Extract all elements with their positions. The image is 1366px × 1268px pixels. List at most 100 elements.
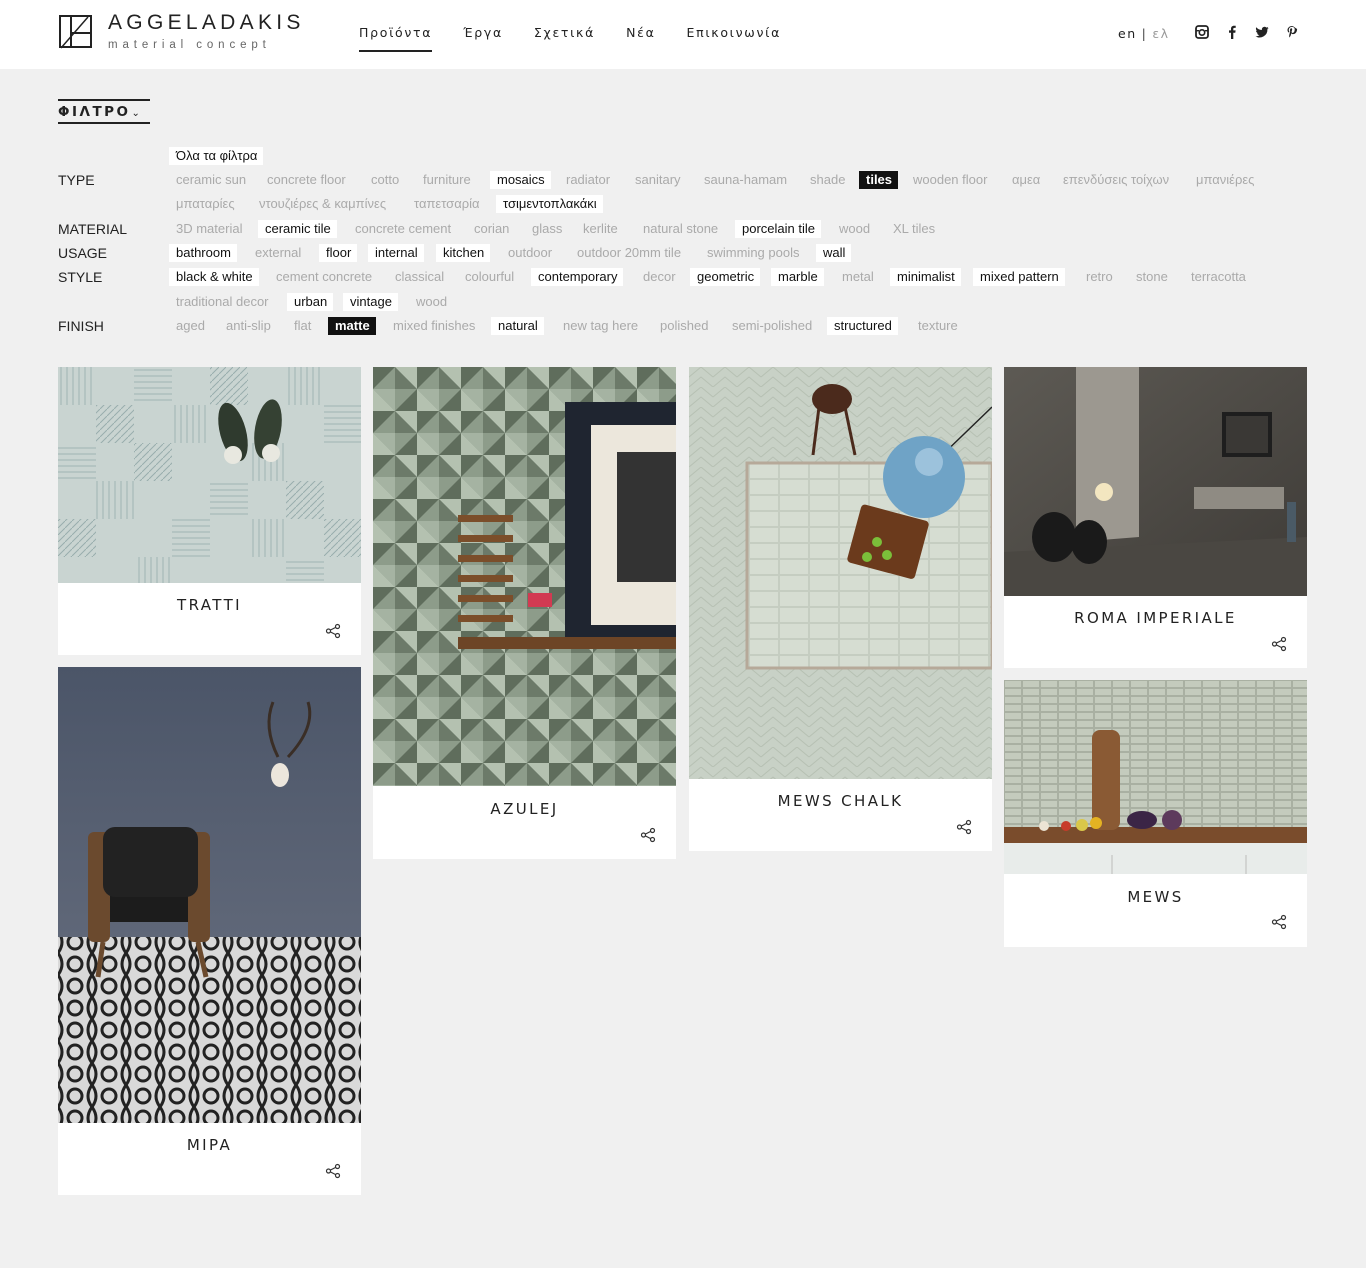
filter-tag-style[interactable]: minimalist bbox=[890, 268, 961, 286]
filter-tag-type[interactable]: sauna-hamam bbox=[697, 171, 793, 189]
filter-tag-usage[interactable]: bathroom bbox=[169, 244, 237, 262]
filter-tag-finish[interactable]: aged bbox=[169, 317, 211, 335]
instagram-icon[interactable] bbox=[1195, 25, 1209, 39]
filter-tag-type[interactable]: tiles bbox=[859, 171, 899, 189]
filter-tag-style[interactable]: mixed pattern bbox=[973, 268, 1065, 286]
filter-tag-style[interactable]: marble bbox=[771, 268, 824, 286]
product-image[interactable] bbox=[1004, 367, 1307, 596]
product-title[interactable]: MIPA bbox=[58, 1136, 361, 1154]
filter-tag-type[interactable]: ντουζιέρες & καμπίνες bbox=[252, 195, 392, 213]
filter-tag-type[interactable]: concrete floor bbox=[260, 171, 352, 189]
share-icon[interactable] bbox=[1271, 914, 1287, 930]
nav-products[interactable]: Προϊόντα bbox=[359, 25, 433, 52]
product-image[interactable] bbox=[373, 367, 676, 786]
product-title[interactable]: TRATTI bbox=[58, 596, 361, 614]
nav-news[interactable]: Νέα bbox=[626, 25, 655, 52]
filter-toggle-button[interactable]: ΦΙΛΤΡΟ⌄ bbox=[58, 99, 150, 124]
filter-tag-style[interactable]: cement concrete bbox=[269, 268, 378, 286]
filter-tag-style[interactable]: stone bbox=[1129, 268, 1174, 286]
filter-tag-style[interactable]: retro bbox=[1079, 268, 1119, 286]
filter-tag-usage[interactable]: outdoor 20mm tile bbox=[570, 244, 687, 262]
product-card[interactable]: MEWS bbox=[1004, 680, 1307, 947]
filter-tag-material[interactable]: natural stone bbox=[636, 220, 724, 238]
product-title[interactable]: AZULEJ bbox=[373, 800, 676, 818]
product-title[interactable]: MEWS CHALK bbox=[689, 792, 992, 810]
product-image[interactable] bbox=[1004, 680, 1307, 874]
product-image[interactable] bbox=[689, 367, 992, 779]
filter-tag-finish[interactable]: structured bbox=[827, 317, 898, 335]
filter-tag-usage[interactable]: internal bbox=[368, 244, 424, 262]
filter-tag-type[interactable]: radiator bbox=[559, 171, 616, 189]
share-icon[interactable] bbox=[325, 623, 341, 639]
filter-tag-style[interactable]: black & white bbox=[169, 268, 259, 286]
filter-tag-style[interactable]: geometric bbox=[690, 268, 761, 286]
filter-tag-usage[interactable]: wall bbox=[816, 244, 852, 262]
nav-about[interactable]: Σχετικά bbox=[534, 25, 595, 52]
filter-tag-style[interactable]: wood bbox=[409, 293, 453, 311]
filter-tag-material[interactable]: 3D material bbox=[169, 220, 248, 238]
pinterest-icon[interactable] bbox=[1285, 25, 1299, 39]
logo[interactable]: AGGELADAKIS material concept bbox=[59, 12, 305, 52]
filter-tag-type[interactable]: αμεα bbox=[1005, 171, 1046, 189]
filter-tag-style[interactable]: vintage bbox=[343, 293, 398, 311]
nav-contact[interactable]: Επικοινωνία bbox=[687, 25, 782, 52]
filter-tag-finish[interactable]: texture bbox=[911, 317, 964, 335]
filter-tag-material[interactable]: XL tiles bbox=[886, 220, 941, 238]
filter-tag-style[interactable]: metal bbox=[835, 268, 880, 286]
product-image[interactable] bbox=[58, 667, 361, 1123]
filter-tag-type[interactable]: furniture bbox=[416, 171, 477, 189]
filter-tag-type[interactable]: ceramic sun bbox=[169, 171, 252, 189]
filter-tag-finish[interactable]: mixed finishes bbox=[386, 317, 481, 335]
filter-tag-material[interactable]: glass bbox=[525, 220, 568, 238]
filter-tag-style[interactable]: terracotta bbox=[1184, 268, 1252, 286]
product-title[interactable]: ROMA IMPERIALE bbox=[1004, 609, 1307, 627]
filter-tag-finish[interactable]: new tag here bbox=[556, 317, 644, 335]
filter-tag-type[interactable]: sanitary bbox=[628, 171, 687, 189]
filter-tag-usage[interactable]: floor bbox=[319, 244, 358, 262]
product-card[interactable]: ROMA IMPERIALE bbox=[1004, 367, 1307, 668]
filter-tag-material[interactable]: wood bbox=[832, 220, 876, 238]
filter-tag-material[interactable]: kerlite bbox=[576, 220, 624, 238]
filter-tag-style[interactable]: urban bbox=[287, 293, 334, 311]
filter-tag-finish[interactable]: polished bbox=[653, 317, 714, 335]
filter-tag-style[interactable]: traditional decor bbox=[169, 293, 275, 311]
filter-tag-type[interactable]: μπαταρίες bbox=[169, 195, 241, 213]
filter-tag-finish[interactable]: semi-polished bbox=[725, 317, 818, 335]
filter-tag-type[interactable]: mosaics bbox=[490, 171, 551, 189]
filter-tag-usage[interactable]: kitchen bbox=[436, 244, 491, 262]
filter-tag-type[interactable]: cotto bbox=[364, 171, 405, 189]
product-image[interactable] bbox=[58, 367, 361, 583]
filter-tag-finish[interactable]: flat bbox=[287, 317, 317, 335]
filter-tag-type[interactable]: ταπετσαρία bbox=[407, 195, 486, 213]
filter-tag-finish[interactable]: matte bbox=[328, 317, 376, 335]
lang-en[interactable]: en bbox=[1118, 26, 1137, 41]
filter-tag-type[interactable]: μπανιέρες bbox=[1189, 171, 1260, 189]
filter-tag-type[interactable]: wooden floor bbox=[906, 171, 993, 189]
product-title[interactable]: MEWS bbox=[1004, 888, 1307, 906]
share-icon[interactable] bbox=[325, 1163, 341, 1179]
filter-tag-all[interactable]: Όλα τα φίλτρα bbox=[169, 147, 264, 165]
share-icon[interactable] bbox=[1271, 636, 1287, 652]
filter-tag-usage[interactable]: swimming pools bbox=[700, 244, 805, 262]
filter-tag-type[interactable]: επενδύσεις τοίχων bbox=[1056, 171, 1175, 189]
facebook-icon[interactable] bbox=[1225, 25, 1239, 39]
filter-tag-usage[interactable]: external bbox=[248, 244, 307, 262]
filter-tag-style[interactable]: colourful bbox=[458, 268, 520, 286]
nav-projects[interactable]: Έργα bbox=[463, 25, 503, 52]
lang-el[interactable]: ελ bbox=[1152, 26, 1169, 41]
share-icon[interactable] bbox=[640, 827, 656, 843]
filter-tag-type[interactable]: τσιμεντοπλακάκι bbox=[496, 195, 603, 213]
twitter-icon[interactable] bbox=[1255, 25, 1269, 39]
filter-tag-style[interactable]: classical bbox=[388, 268, 450, 286]
filter-tag-style[interactable]: decor bbox=[636, 268, 682, 286]
product-card[interactable]: AZULEJ bbox=[373, 367, 676, 859]
filter-tag-style[interactable]: contemporary bbox=[531, 268, 624, 286]
filter-tag-material[interactable]: corian bbox=[467, 220, 515, 238]
filter-tag-usage[interactable]: outdoor bbox=[501, 244, 558, 262]
filter-tag-material[interactable]: concrete cement bbox=[348, 220, 457, 238]
filter-tag-finish[interactable]: anti-slip bbox=[219, 317, 277, 335]
filter-tag-material[interactable]: ceramic tile bbox=[258, 220, 337, 238]
share-icon[interactable] bbox=[956, 819, 972, 835]
filter-tag-material[interactable]: porcelain tile bbox=[735, 220, 821, 238]
product-card[interactable]: MEWS CHALK bbox=[689, 367, 992, 851]
